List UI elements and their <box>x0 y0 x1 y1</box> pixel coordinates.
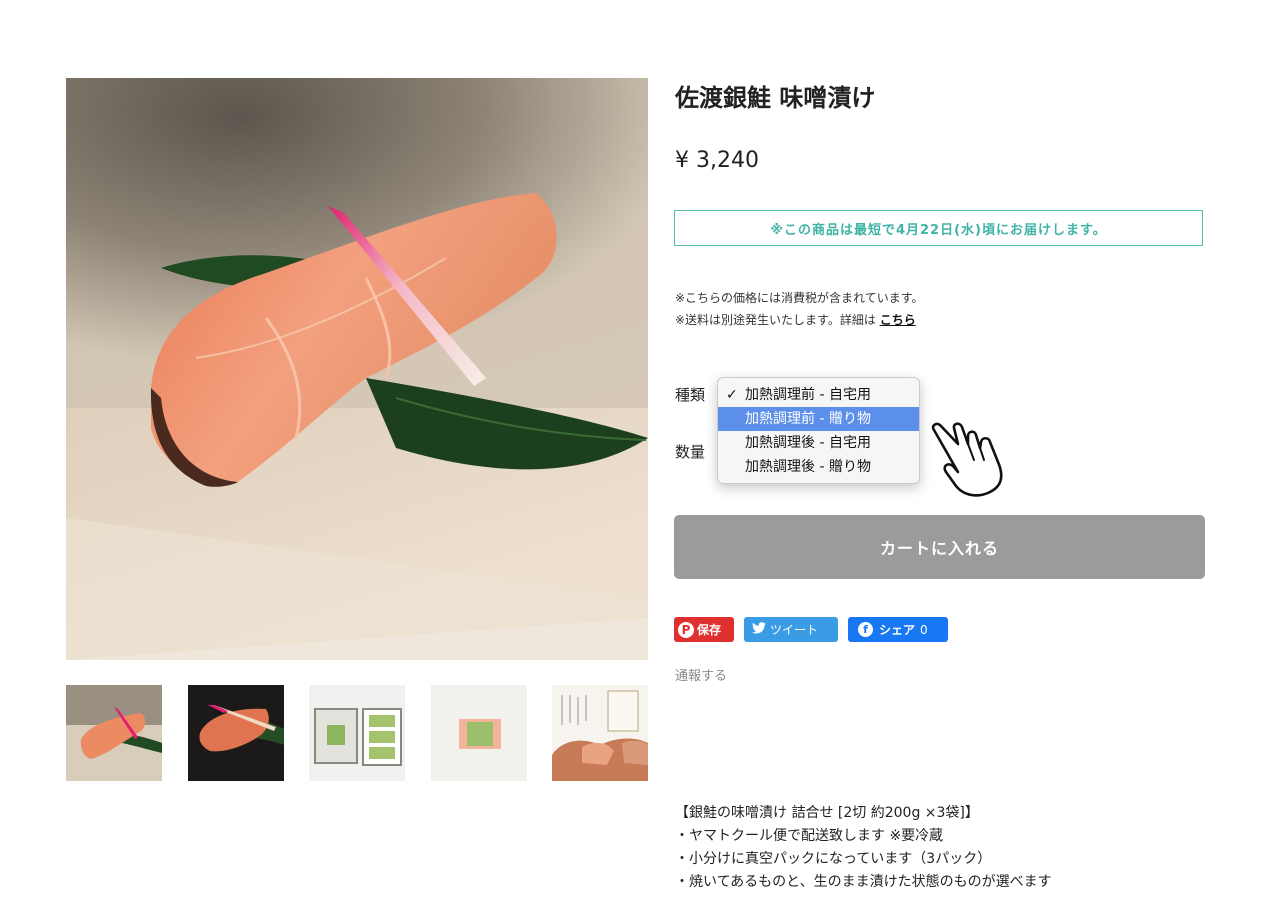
pinterest-label: 保存 <box>697 623 722 637</box>
pinterest-icon: P <box>678 621 694 638</box>
thumbnail-1[interactable] <box>66 685 162 781</box>
description-line: ・焼いてあるものと、生のまま漬けた状態のものが選べます <box>675 874 1052 890</box>
pinterest-save-button[interactable]: P 保存 <box>674 617 734 642</box>
description-line: ・小分けに真空パックになっています（3パック） <box>675 851 992 867</box>
product-price: ¥ 3,240 <box>675 148 759 173</box>
checkmark-icon: ✓ <box>726 387 738 403</box>
delivery-notice: ※この商品は最短で4月22日(水)頃にお届けします。 <box>674 210 1203 246</box>
description-line: 【銀鮭の味噌漬け 詰合せ [2切 約200g ×3袋]】 <box>675 805 979 821</box>
thumbnail-2[interactable] <box>188 685 284 781</box>
dropdown-option-4[interactable]: 加熱調理後 - 贈り物 <box>718 455 919 479</box>
quantity-label: 数量 <box>675 443 706 461</box>
dropdown-option-label: 加熱調理前 - 贈り物 <box>745 411 871 427</box>
thumbnail-3[interactable] <box>309 685 405 781</box>
main-product-image <box>66 78 648 660</box>
thumbnail-5[interactable] <box>552 685 648 781</box>
type-dropdown-menu[interactable]: ✓ 加熱調理前 - 自宅用 加熱調理前 - 贈り物 加熱調理後 - 自宅用 加熱… <box>717 377 920 484</box>
dropdown-option-1[interactable]: ✓ 加熱調理前 - 自宅用 <box>718 383 919 407</box>
shipping-details-link[interactable]: こちら <box>880 313 916 327</box>
add-to-cart-button[interactable]: カートに入れる <box>674 515 1205 579</box>
dropdown-option-3[interactable]: 加熱調理後 - 自宅用 <box>718 431 919 455</box>
twitter-label: ツイート <box>770 623 819 637</box>
tweet-button[interactable]: ツイート <box>744 617 838 642</box>
dropdown-option-label: 加熱調理後 - 贈り物 <box>745 459 871 475</box>
facebook-share-count: 0 <box>920 622 928 637</box>
dropdown-option-label: 加熱調理前 - 自宅用 <box>745 387 871 403</box>
price-notes: ※こちらの価格には消費税が含まれています。 ※送料は別途発生いたします。詳細は … <box>675 287 924 331</box>
description-line: ・ヤマトクール便で配送致します ※要冷蔵 <box>675 828 944 844</box>
report-link[interactable]: 通報する <box>675 665 727 684</box>
facebook-label: シェア <box>879 623 916 637</box>
hand-pointer-icon <box>928 420 1016 498</box>
facebook-share-button[interactable]: f シェア 0 <box>848 617 948 642</box>
thumbnail-4[interactable] <box>431 685 527 781</box>
tax-note: ※こちらの価格には消費税が含まれています。 <box>675 291 924 305</box>
shipping-note: ※送料は別途発生いたします。詳細は こちら <box>675 309 924 331</box>
product-description: 【銀鮭の味噌漬け 詰合せ [2切 約200g ×3袋]】 ・ヤマトクール便で配送… <box>675 802 1052 894</box>
shipping-note-text: ※送料は別途発生いたします。詳細は <box>675 313 876 327</box>
product-title: 佐渡銀鮭 味噌漬け <box>675 84 876 112</box>
twitter-icon <box>752 622 766 637</box>
dropdown-option-label: 加熱調理後 - 自宅用 <box>745 435 871 451</box>
facebook-icon: f <box>858 622 873 637</box>
type-label: 種類 <box>675 386 706 404</box>
dropdown-option-2[interactable]: 加熱調理前 - 贈り物 <box>718 407 919 431</box>
